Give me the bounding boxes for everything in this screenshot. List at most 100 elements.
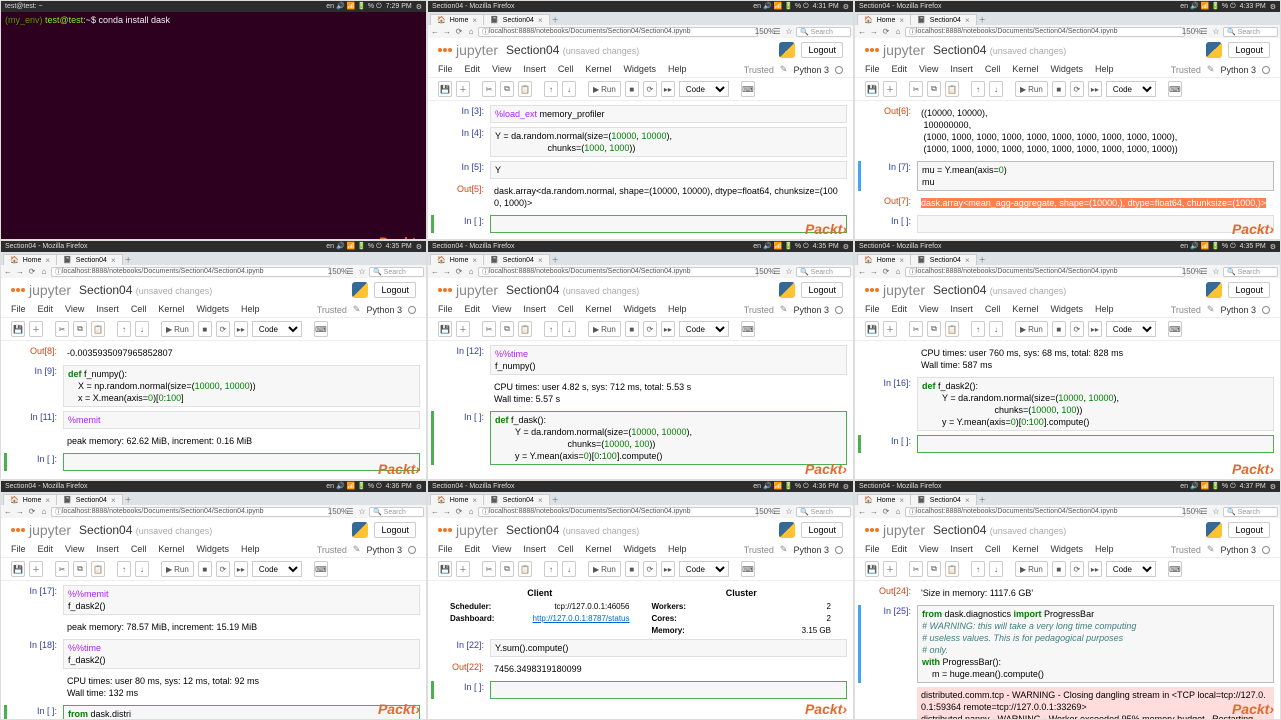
copy-button[interactable]: ⧉ xyxy=(927,561,941,577)
code-cell-input[interactable]: def f_dask(): Y = da.random.normal(size=… xyxy=(490,411,847,465)
restart-button[interactable]: ⟳ xyxy=(1070,561,1084,577)
restart-button[interactable]: ⟳ xyxy=(643,561,657,577)
trusted-indicator[interactable]: Trusted xyxy=(1171,65,1201,75)
code-cell-input[interactable]: %load_ext memory_profiler xyxy=(490,105,847,123)
menu-edit[interactable]: Edit xyxy=(892,64,908,75)
cut-button[interactable]: ✂ xyxy=(482,321,496,337)
address-bar[interactable]: ⓘ localhost:8888/notebooks/Documents/Sec… xyxy=(478,27,758,37)
jupyter-logo[interactable]: jupyter Section04 (unsaved changes) xyxy=(438,522,639,538)
stop-button[interactable]: ■ xyxy=(625,81,639,97)
cut-button[interactable]: ✂ xyxy=(482,561,496,577)
move-up-button[interactable]: ↑ xyxy=(117,321,131,337)
run-button[interactable]: ▶ Run xyxy=(588,81,621,97)
command-palette-button[interactable]: ⌨ xyxy=(741,561,755,577)
code-cell-input[interactable]: %memit xyxy=(63,411,420,429)
logout-button[interactable]: Logout xyxy=(374,282,416,298)
copy-button[interactable]: ⧉ xyxy=(927,81,941,97)
move-up-button[interactable]: ↑ xyxy=(971,561,985,577)
new-tab-button[interactable]: ＋ xyxy=(976,14,989,25)
reader-icon[interactable]: ☰ xyxy=(1199,507,1209,517)
code-cell-input[interactable]: def f_numpy(): X = np.random.normal(size… xyxy=(63,365,420,407)
new-tab-button[interactable]: ＋ xyxy=(976,494,989,505)
pencil-icon[interactable]: ✎ xyxy=(1207,304,1215,315)
menu-kernel[interactable]: Kernel xyxy=(1012,304,1038,315)
stop-button[interactable]: ■ xyxy=(1052,321,1066,337)
cell-type-select[interactable]: Code xyxy=(679,81,729,97)
close-icon[interactable]: × xyxy=(899,256,904,265)
restart-run-button[interactable]: ▸▸ xyxy=(661,81,675,97)
menu-cell[interactable]: Cell xyxy=(985,64,1001,75)
back-button[interactable]: ← xyxy=(857,267,867,277)
menu-insert[interactable]: Insert xyxy=(950,544,973,555)
code-cell-input[interactable] xyxy=(917,435,1274,453)
run-button[interactable]: ▶ Run xyxy=(161,561,194,577)
save-button[interactable]: 💾 xyxy=(438,81,452,97)
menu-file[interactable]: File xyxy=(438,64,453,75)
back-button[interactable]: ← xyxy=(857,27,867,37)
menu-widgets[interactable]: Widgets xyxy=(623,304,656,315)
restart-button[interactable]: ⟳ xyxy=(1070,81,1084,97)
stop-button[interactable]: ■ xyxy=(1052,81,1066,97)
close-icon[interactable]: × xyxy=(538,256,543,265)
pencil-icon[interactable]: ✎ xyxy=(780,544,788,555)
copy-button[interactable]: ⧉ xyxy=(927,321,941,337)
home-button[interactable]: ⌂ xyxy=(466,267,476,277)
browser-tab-notebook[interactable]: 📓Section04× xyxy=(56,254,123,265)
browser-tab-home[interactable]: 🏠Home× xyxy=(430,494,484,505)
menu-widgets[interactable]: Widgets xyxy=(1050,544,1083,555)
save-button[interactable]: 💾 xyxy=(11,561,25,577)
command-palette-button[interactable]: ⌨ xyxy=(741,81,755,97)
add-cell-button[interactable]: ＋ xyxy=(883,321,897,337)
menu-insert[interactable]: Insert xyxy=(950,64,973,75)
menu-kernel[interactable]: Kernel xyxy=(1012,544,1038,555)
menu-help[interactable]: Help xyxy=(668,304,687,315)
menu-view[interactable]: View xyxy=(492,544,511,555)
copy-button[interactable]: ⧉ xyxy=(500,321,514,337)
logout-button[interactable]: Logout xyxy=(801,42,843,58)
cut-button[interactable]: ✂ xyxy=(909,81,923,97)
menu-help[interactable]: Help xyxy=(241,544,260,555)
new-tab-button[interactable]: ＋ xyxy=(549,494,562,505)
menu-cell[interactable]: Cell xyxy=(558,544,574,555)
trusted-indicator[interactable]: Trusted xyxy=(1171,305,1201,315)
browser-tab-home[interactable]: 🏠Home× xyxy=(3,254,57,265)
stop-button[interactable]: ■ xyxy=(625,561,639,577)
menu-insert[interactable]: Insert xyxy=(96,544,119,555)
code-cell-input[interactable] xyxy=(917,215,1274,233)
notebook-title[interactable]: Section04 xyxy=(506,283,559,297)
code-cell-input[interactable]: def f_dask2(): Y = da.random.normal(size… xyxy=(917,377,1274,431)
code-cell-input[interactable]: Y = da.random.normal(size=(10000, 10000)… xyxy=(490,127,847,157)
restart-run-button[interactable]: ▸▸ xyxy=(661,561,675,577)
close-icon[interactable]: × xyxy=(899,496,904,505)
command-palette-button[interactable]: ⌨ xyxy=(314,561,328,577)
menu-help[interactable]: Help xyxy=(1095,64,1114,75)
home-button[interactable]: ⌂ xyxy=(893,267,903,277)
back-button[interactable]: ← xyxy=(3,507,13,517)
paste-button[interactable]: 📋 xyxy=(91,321,105,337)
new-tab-button[interactable]: ＋ xyxy=(549,14,562,25)
copy-button[interactable]: ⧉ xyxy=(500,81,514,97)
star-icon[interactable]: ☆ xyxy=(1211,507,1221,517)
paste-button[interactable]: 📋 xyxy=(518,561,532,577)
cut-button[interactable]: ✂ xyxy=(55,321,69,337)
menu-insert[interactable]: Insert xyxy=(523,64,546,75)
add-cell-button[interactable]: ＋ xyxy=(883,561,897,577)
logout-button[interactable]: Logout xyxy=(1228,282,1270,298)
reader-icon[interactable]: ☰ xyxy=(345,267,355,277)
move-up-button[interactable]: ↑ xyxy=(544,81,558,97)
reload-button[interactable]: ⟳ xyxy=(454,267,464,277)
restart-button[interactable]: ⟳ xyxy=(1070,321,1084,337)
menu-file[interactable]: File xyxy=(438,544,453,555)
browser-tab-notebook[interactable]: 📓Section04× xyxy=(56,494,123,505)
move-up-button[interactable]: ↑ xyxy=(544,561,558,577)
zoom-label[interactable]: 150% xyxy=(1187,27,1197,37)
search-box[interactable]: 🔍 Search xyxy=(1223,27,1278,37)
move-up-button[interactable]: ↑ xyxy=(971,81,985,97)
search-box[interactable]: 🔍 Search xyxy=(1223,507,1278,517)
zoom-label[interactable]: 150% xyxy=(760,507,770,517)
logout-button[interactable]: Logout xyxy=(374,522,416,538)
move-down-button[interactable]: ↓ xyxy=(562,321,576,337)
trusted-indicator[interactable]: Trusted xyxy=(744,305,774,315)
close-icon[interactable]: × xyxy=(45,496,50,505)
close-icon[interactable]: × xyxy=(472,16,477,25)
